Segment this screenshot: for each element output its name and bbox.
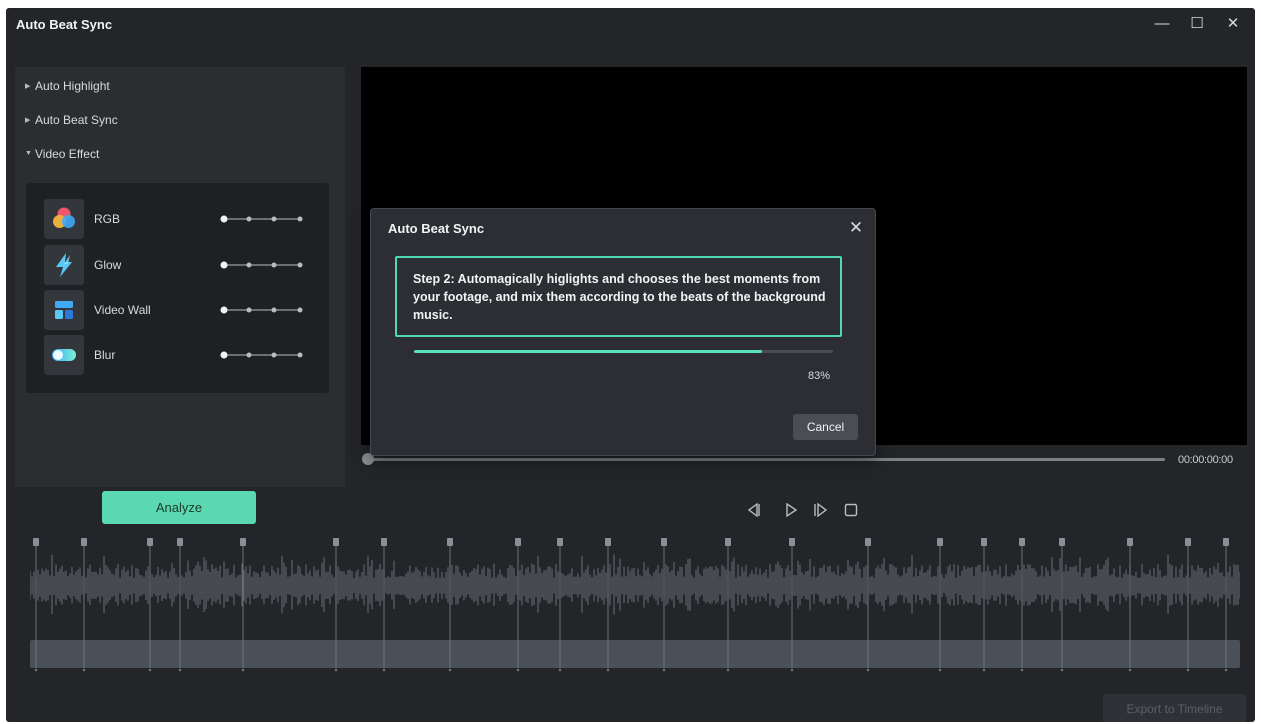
effect-level-slider[interactable] <box>220 347 304 363</box>
beat-marker-dot <box>1128 668 1132 672</box>
section-label: Video Effect <box>35 146 100 161</box>
beat-marker-handle[interactable] <box>1019 538 1025 546</box>
progress-bar-fill <box>414 350 762 353</box>
audio-waveform <box>30 554 1240 615</box>
beat-marker-dot <box>790 668 794 672</box>
beat-marker-dot <box>558 668 562 672</box>
effect-name: Glow <box>94 258 122 272</box>
video-effect-list: RGB Glow Video Wall Blur <box>26 183 329 393</box>
beat-marker-handle[interactable] <box>937 538 943 546</box>
app-window: Auto Beat Sync — ☐ ✕ ▶ Auto Highlight ▶ Au… <box>6 8 1255 722</box>
beat-marker-handle[interactable] <box>381 538 387 546</box>
beat-marker-handle[interactable] <box>1127 538 1133 546</box>
beat-marker-handle[interactable] <box>1185 538 1191 546</box>
beat-marker-handle[interactable] <box>147 538 153 546</box>
progress-percent: 83% <box>808 370 831 382</box>
beat-marker-handle[interactable] <box>240 538 246 546</box>
beat-marker-handle[interactable] <box>447 538 453 546</box>
beat-marker-handle[interactable] <box>1059 538 1065 546</box>
cancel-button[interactable]: Cancel <box>793 414 858 440</box>
beat-marker-dot <box>82 668 86 672</box>
effect-level-slider[interactable] <box>220 211 304 227</box>
export-to-timeline-button[interactable]: Export to Timeline <box>1103 694 1246 722</box>
grid-tiles-icon <box>44 290 84 330</box>
beat-marker-dot <box>1224 668 1228 672</box>
beat-waveform-timeline[interactable] <box>30 536 1240 672</box>
dialog-close-button[interactable]: ✕ <box>845 217 867 239</box>
chevron-down-icon: ▼ <box>25 150 32 158</box>
beat-marker-handle[interactable] <box>1223 538 1229 546</box>
step-message: Step 2: Automagically higlights and choo… <box>413 272 826 322</box>
beat-marker-dot <box>982 668 986 672</box>
effect-row-blur[interactable]: Blur <box>44 335 314 375</box>
effect-name: Video Wall <box>94 303 151 317</box>
feature-panel: ▶ Auto Highlight ▶ Auto Beat Sync ▼ Video E… <box>15 67 345 487</box>
next-frame-icon[interactable] <box>812 501 830 519</box>
beat-marker-dot <box>148 668 152 672</box>
timecode: 00:00:00:00 <box>1178 454 1233 466</box>
minimize-button[interactable]: — <box>1151 14 1173 34</box>
beat-marker-dot <box>516 668 520 672</box>
chevron-right-icon: ▶ <box>25 82 31 90</box>
effect-row-glow[interactable]: Glow <box>44 245 314 285</box>
effect-level-slider[interactable] <box>220 257 304 273</box>
beat-marker-dot <box>938 668 942 672</box>
beat-marker-dot <box>34 668 38 672</box>
beat-marker-dot <box>606 668 610 672</box>
beat-marker-handle[interactable] <box>81 538 87 546</box>
beat-marker-handle[interactable] <box>33 538 39 546</box>
beat-marker-handle[interactable] <box>725 538 731 546</box>
effect-name: Blur <box>94 348 116 362</box>
beat-marker-dot <box>334 668 338 672</box>
beat-marker-dot <box>866 668 870 672</box>
stop-icon[interactable] <box>842 501 860 519</box>
effect-level-slider[interactable] <box>220 302 304 318</box>
beat-marker-handle[interactable] <box>333 538 339 546</box>
beat-marker-dot <box>448 668 452 672</box>
auto-beat-sync-dialog: Auto Beat Sync ✕ Step 2: Automagically h… <box>370 208 876 456</box>
progress-bar <box>414 350 833 353</box>
section-video-effect[interactable]: ▼ Video Effect <box>25 146 99 164</box>
playback-scrubber-track[interactable] <box>368 458 1165 461</box>
clip-track <box>30 640 1240 668</box>
beat-marker-handle[interactable] <box>661 538 667 546</box>
beat-marker-dot <box>1020 668 1024 672</box>
effect-row-rgb[interactable]: RGB <box>44 199 314 239</box>
lightning-icon <box>44 245 84 285</box>
beat-marker-dot <box>1186 668 1190 672</box>
analyze-button[interactable]: Analyze <box>102 491 256 524</box>
beat-marker-handle[interactable] <box>605 538 611 546</box>
section-label: Auto Highlight <box>35 78 110 93</box>
beat-marker-handle[interactable] <box>515 538 521 546</box>
beat-marker-dot <box>382 668 386 672</box>
section-label: Auto Beat Sync <box>35 112 118 127</box>
beat-marker-dot <box>1060 668 1064 672</box>
blur-toggle-icon <box>44 335 84 375</box>
section-auto-beat-sync[interactable]: ▶ Auto Beat Sync <box>25 112 118 130</box>
dialog-title: Auto Beat Sync <box>388 221 485 236</box>
title-bar: Auto Beat Sync — ☐ ✕ <box>6 8 1255 40</box>
section-auto-highlight[interactable]: ▶ Auto Highlight <box>25 78 110 96</box>
chevron-right-icon: ▶ <box>25 116 31 124</box>
beat-marker-handle[interactable] <box>557 538 563 546</box>
effect-row-video-wall[interactable]: Video Wall <box>44 290 314 330</box>
maximize-button[interactable]: ☐ <box>1186 14 1208 34</box>
close-button[interactable]: ✕ <box>1222 14 1244 34</box>
beat-marker-dot <box>726 668 730 672</box>
beat-marker-handle[interactable] <box>177 538 183 546</box>
play-icon[interactable] <box>782 501 800 519</box>
window-title: Auto Beat Sync <box>16 17 113 32</box>
beat-marker-dot <box>178 668 182 672</box>
beat-marker-handle[interactable] <box>981 538 987 546</box>
effect-name: RGB <box>94 212 121 226</box>
beat-marker-dot <box>662 668 666 672</box>
beat-marker-dot <box>241 668 245 672</box>
beat-marker-handle[interactable] <box>865 538 871 546</box>
previous-frame-icon[interactable] <box>744 501 762 519</box>
rgb-circles-icon <box>44 199 84 239</box>
beat-marker-handle[interactable] <box>789 538 795 546</box>
step-message-box: Step 2: Automagically higlights and choo… <box>395 256 842 337</box>
